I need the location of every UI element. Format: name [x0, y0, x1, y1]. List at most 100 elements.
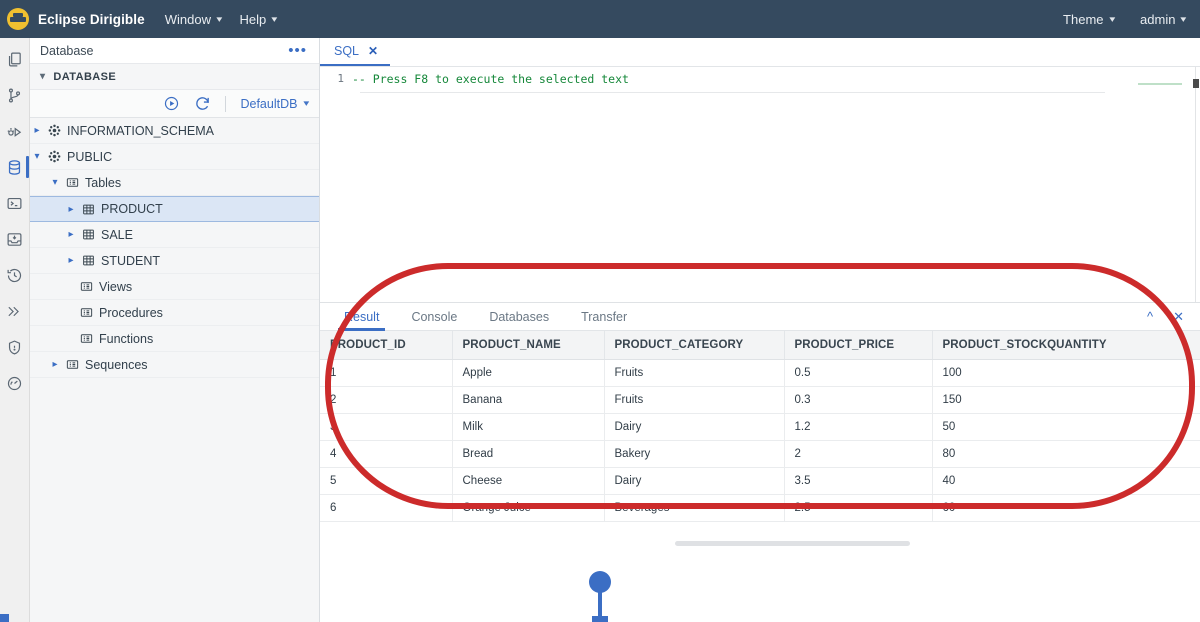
table-horizontal-scrollbar[interactable]	[320, 539, 1200, 548]
chevron-down-icon: ▾	[40, 71, 46, 82]
result-table: PRODUCT_ID PRODUCT_NAME PRODUCT_CATEGORY…	[320, 331, 1200, 522]
tab-databases[interactable]: Databases	[473, 303, 565, 331]
refresh-icon[interactable]	[194, 95, 211, 112]
tree-node-public[interactable]: ▾ PUBLIC	[30, 144, 319, 170]
editor-minimap[interactable]	[1138, 71, 1188, 291]
database-icon[interactable]	[0, 154, 30, 180]
folder-db-icon	[62, 176, 82, 189]
database-tree: ▸ INFORMATION_SCHEMA ▾ PUBLIC ▾ Tables ▸…	[30, 118, 319, 378]
chevron-right-icon[interactable]: ▸	[64, 229, 78, 240]
column-header-product-name[interactable]: PRODUCT_NAME	[452, 331, 605, 360]
column-header-product-price[interactable]: PRODUCT_PRICE	[784, 331, 933, 360]
table-row[interactable]: 4 Bread Bakery 2 80	[320, 440, 1200, 468]
explorer-section-label: DATABASE	[53, 70, 117, 83]
tab-databases-label: Databases	[489, 309, 550, 324]
chevron-right-icon[interactable]: ▸	[64, 204, 78, 215]
chevron-right-icon[interactable]: ▸	[64, 255, 78, 266]
tree-node-product[interactable]: ▸ PRODUCT	[30, 196, 319, 222]
close-icon[interactable]: ✕	[368, 44, 378, 58]
tree-node-procedures[interactable]: ▸ Procedures	[30, 300, 319, 326]
tree-spacer: ▸	[62, 281, 76, 292]
line-number: 1	[337, 72, 344, 85]
chevrons-icon[interactable]	[0, 298, 30, 324]
tree-spacer: ▸	[62, 333, 76, 344]
editor-area: SQL ✕ 1 -- Press F8 to execute the selec…	[320, 38, 1200, 622]
column-header-product-category[interactable]: PRODUCT_CATEGORY	[604, 331, 785, 360]
chevron-right-icon[interactable]: ▸	[30, 125, 44, 136]
tree-node-functions[interactable]: ▸ Functions	[30, 326, 319, 352]
tab-sql[interactable]: SQL ✕	[320, 37, 391, 66]
explorer-section-database[interactable]: ▾ DATABASE	[30, 64, 319, 90]
cell-product-id: 6	[320, 494, 453, 522]
table-row[interactable]: 3 Milk Dairy 1.2 50	[320, 413, 1200, 441]
chevron-up-icon[interactable]: ^	[1147, 309, 1153, 324]
files-icon[interactable]	[0, 46, 30, 72]
tab-console[interactable]: Console	[395, 303, 473, 331]
table-row[interactable]: 6 Orange Juice Beverages 2.5 60	[320, 494, 1200, 522]
table-icon	[78, 203, 98, 216]
drag-handle-pin-icon[interactable]	[583, 570, 617, 622]
tab-transfer[interactable]: Transfer	[565, 303, 643, 331]
tab-sql-label: SQL	[334, 43, 360, 58]
cell-product-category: Bakery	[604, 440, 785, 468]
chevron-down-icon[interactable]: ▾	[48, 177, 62, 188]
cell-product-stockqty: 40	[932, 467, 1200, 495]
tab-console-label: Console	[411, 309, 458, 324]
shield-icon[interactable]	[0, 334, 30, 360]
menu-theme[interactable]: Theme ▾	[1063, 12, 1115, 27]
tree-node-label: Tables	[85, 175, 122, 190]
tab-result[interactable]: Result	[328, 303, 395, 331]
more-options-icon[interactable]: •••	[288, 43, 307, 58]
menu-window[interactable]: Window ▾	[165, 12, 222, 27]
explorer-toolbar: DefaultDB ▾	[30, 90, 319, 118]
terminal-icon[interactable]	[0, 190, 30, 216]
tree-node-information-schema[interactable]: ▸ INFORMATION_SCHEMA	[30, 118, 319, 144]
table-row[interactable]: 5 Cheese Dairy 3.5 40	[320, 467, 1200, 495]
cell-product-stockqty: 60	[932, 494, 1200, 522]
cell-product-name: Milk	[452, 413, 605, 441]
cell-product-category: Fruits	[604, 386, 785, 414]
database-select[interactable]: DefaultDB ▾	[240, 97, 309, 111]
table-row[interactable]: 1 Apple Fruits 0.5 100	[320, 359, 1200, 387]
results-tab-bar: Result Console Databases Transfer ^ ✕	[320, 303, 1200, 331]
column-header-product-stockqty[interactable]: PRODUCT_STOCKQUANTITY	[932, 331, 1200, 360]
chevron-down-icon: ▾	[303, 98, 310, 108]
cell-product-id: 1	[320, 359, 453, 387]
cell-product-id: 4	[320, 440, 453, 468]
inbox-icon[interactable]	[0, 226, 30, 252]
tree-node-tables[interactable]: ▾ Tables	[30, 170, 319, 196]
cell-product-price: 0.3	[784, 386, 933, 414]
chevron-down-icon: ▾	[271, 13, 278, 24]
history-icon[interactable]	[0, 262, 30, 288]
play-circle-icon[interactable]	[163, 95, 180, 112]
gauge-icon[interactable]	[0, 370, 30, 396]
editor-tab-bar: SQL ✕	[320, 38, 1200, 67]
activity-bar	[0, 38, 30, 622]
table-row[interactable]: 2 Banana Fruits 0.3 150	[320, 386, 1200, 414]
top-bar: Eclipse Dirigible Window ▾ Help ▾ Theme …	[0, 0, 1200, 38]
chevron-down-icon: ▾	[1108, 13, 1115, 24]
cell-product-name: Apple	[452, 359, 605, 387]
editor-scrollbar-thumb[interactable]	[1193, 79, 1199, 88]
tree-node-sale[interactable]: ▸ SALE	[30, 222, 319, 248]
chevron-down-icon[interactable]: ▾	[30, 151, 44, 162]
chevron-right-icon[interactable]: ▸	[48, 359, 62, 370]
sql-code-editor[interactable]: 1 -- Press F8 to execute the selected te…	[320, 67, 1200, 302]
tree-node-label: Sequences	[85, 357, 148, 372]
app-brand-title: Eclipse Dirigible	[38, 11, 145, 27]
debug-run-icon[interactable]	[0, 118, 30, 144]
results-actions: ^ ✕	[1147, 309, 1200, 325]
git-branch-icon[interactable]	[0, 82, 30, 108]
code-line-1: 1 -- Press F8 to execute the selected te…	[320, 72, 1200, 90]
scrollbar-thumb[interactable]	[675, 541, 910, 546]
cell-product-category: Dairy	[604, 467, 785, 495]
close-icon[interactable]: ✕	[1173, 309, 1184, 325]
menu-help[interactable]: Help ▾	[240, 12, 278, 27]
tree-node-views[interactable]: ▸ Views	[30, 274, 319, 300]
menu-user-admin[interactable]: admin ▾	[1140, 12, 1187, 27]
minimap-line	[1138, 83, 1182, 85]
tree-node-student[interactable]: ▸ STUDENT	[30, 248, 319, 274]
column-header-product-id[interactable]: PRODUCT_ID	[320, 331, 453, 360]
explorer-title: Database	[40, 43, 94, 58]
tree-node-sequences[interactable]: ▸ Sequences	[30, 352, 319, 378]
